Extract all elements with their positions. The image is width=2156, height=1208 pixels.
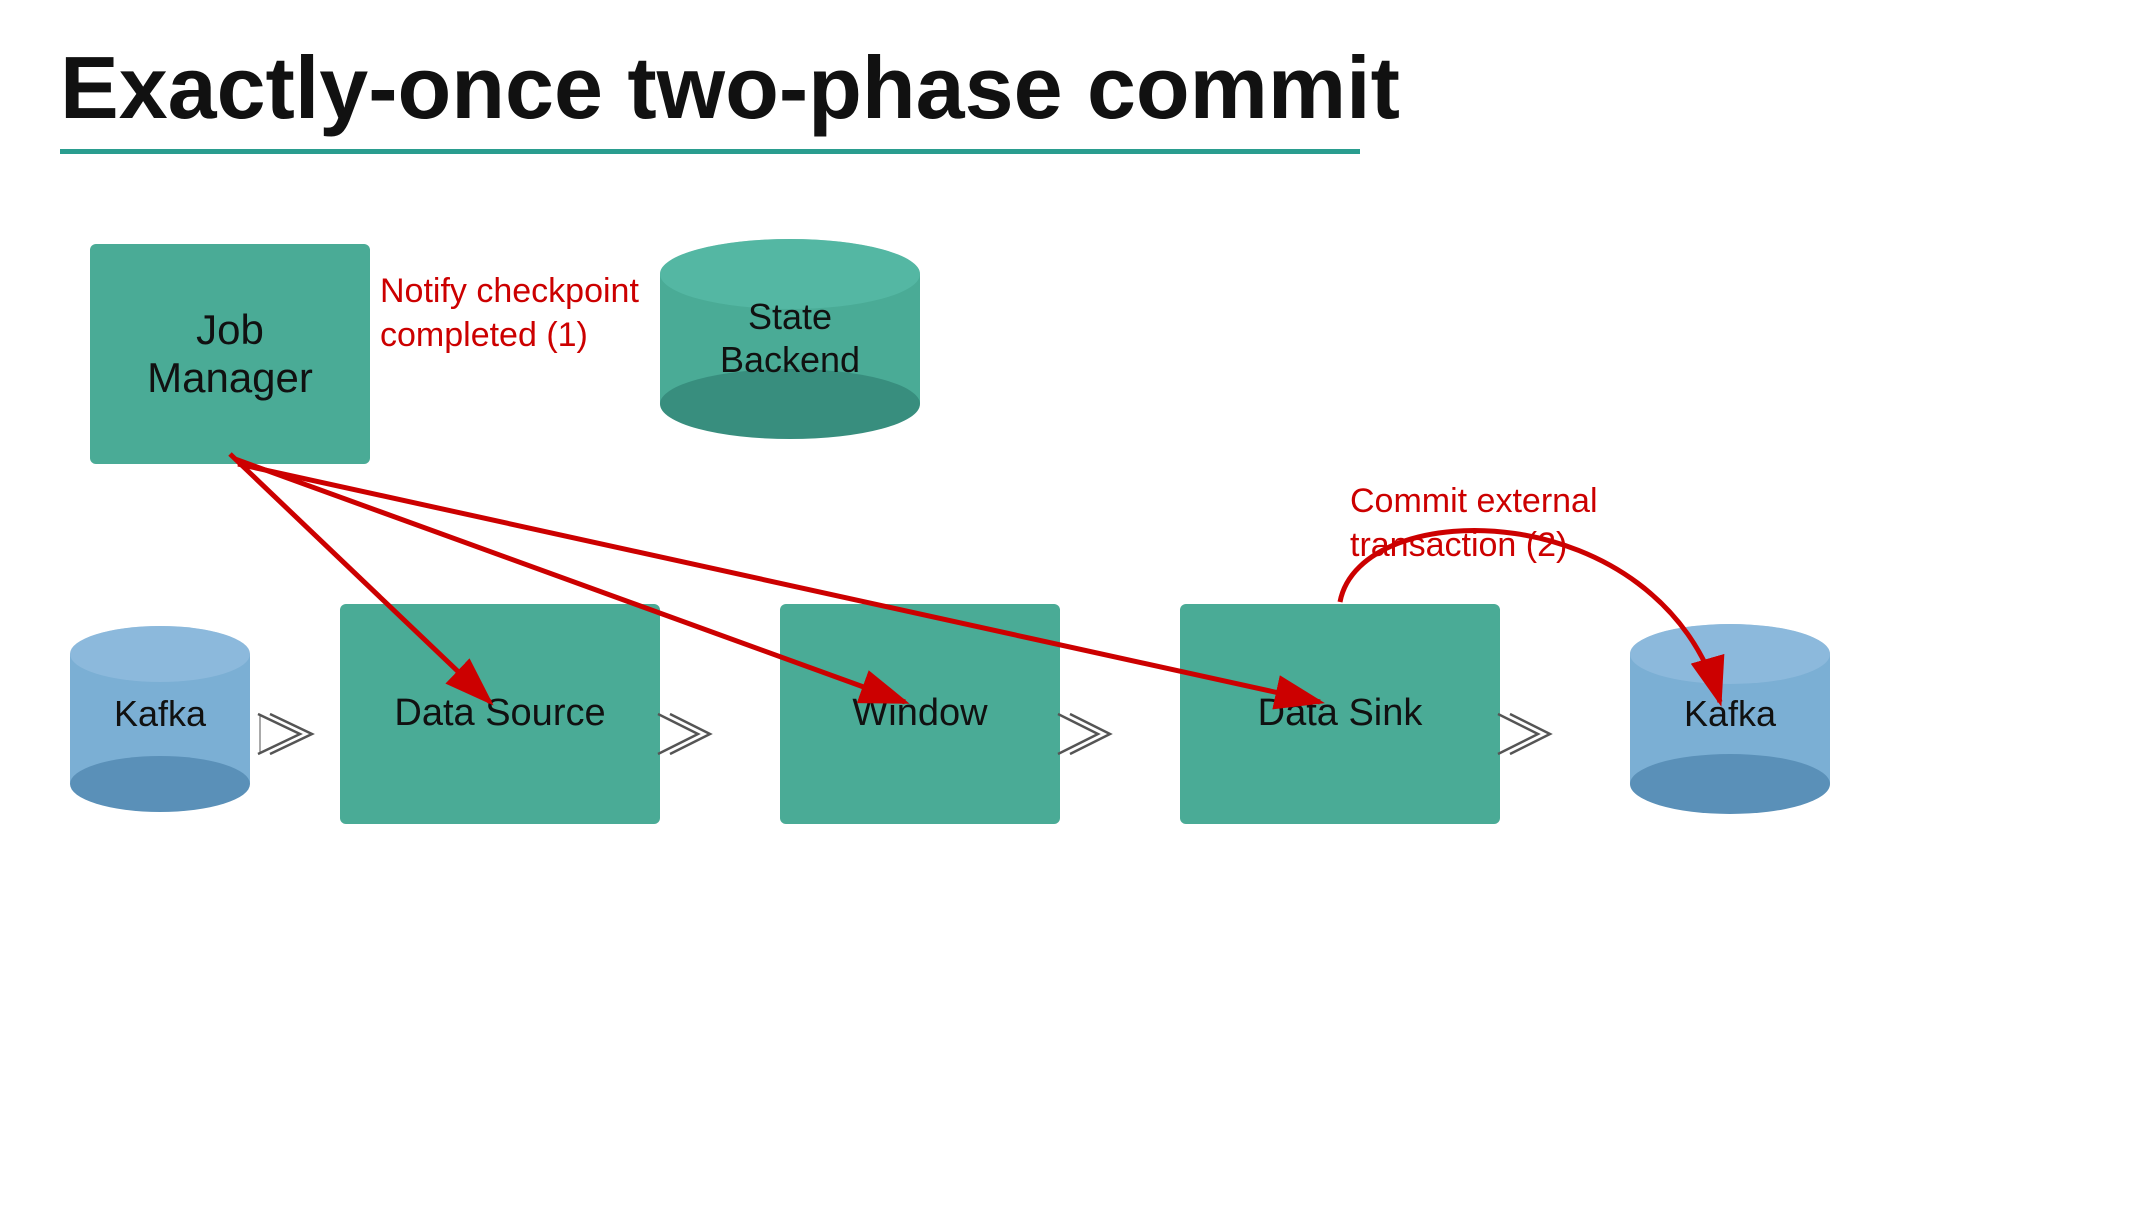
kafka-right-cylinder: Kafka bbox=[1620, 604, 1840, 829]
job-manager-box: Job Manager bbox=[90, 244, 370, 464]
notify-label: Notify checkpoint completed (1) bbox=[380, 269, 639, 357]
page-container: Exactly-once two-phase commit Job Manage… bbox=[0, 0, 2156, 1208]
svg-text:State: State bbox=[748, 296, 832, 337]
data-source-box: Data Source bbox=[340, 604, 660, 824]
commit-label: Commit external transaction (2) bbox=[1350, 479, 1598, 567]
title-underline bbox=[60, 149, 1360, 154]
svg-text:Backend: Backend bbox=[720, 339, 860, 380]
diagram-area: Job Manager State Backend bbox=[60, 214, 2096, 964]
svg-text:Kafka: Kafka bbox=[1684, 693, 1777, 734]
state-backend-cylinder: State Backend bbox=[650, 224, 930, 449]
kafka-left-cylinder: Kafka bbox=[60, 604, 260, 829]
data-sink-box: Data Sink bbox=[1180, 604, 1500, 824]
svg-text:Kafka: Kafka bbox=[114, 693, 207, 734]
window-box: Window bbox=[780, 604, 1060, 824]
page-title: Exactly-once two-phase commit bbox=[60, 40, 2096, 137]
